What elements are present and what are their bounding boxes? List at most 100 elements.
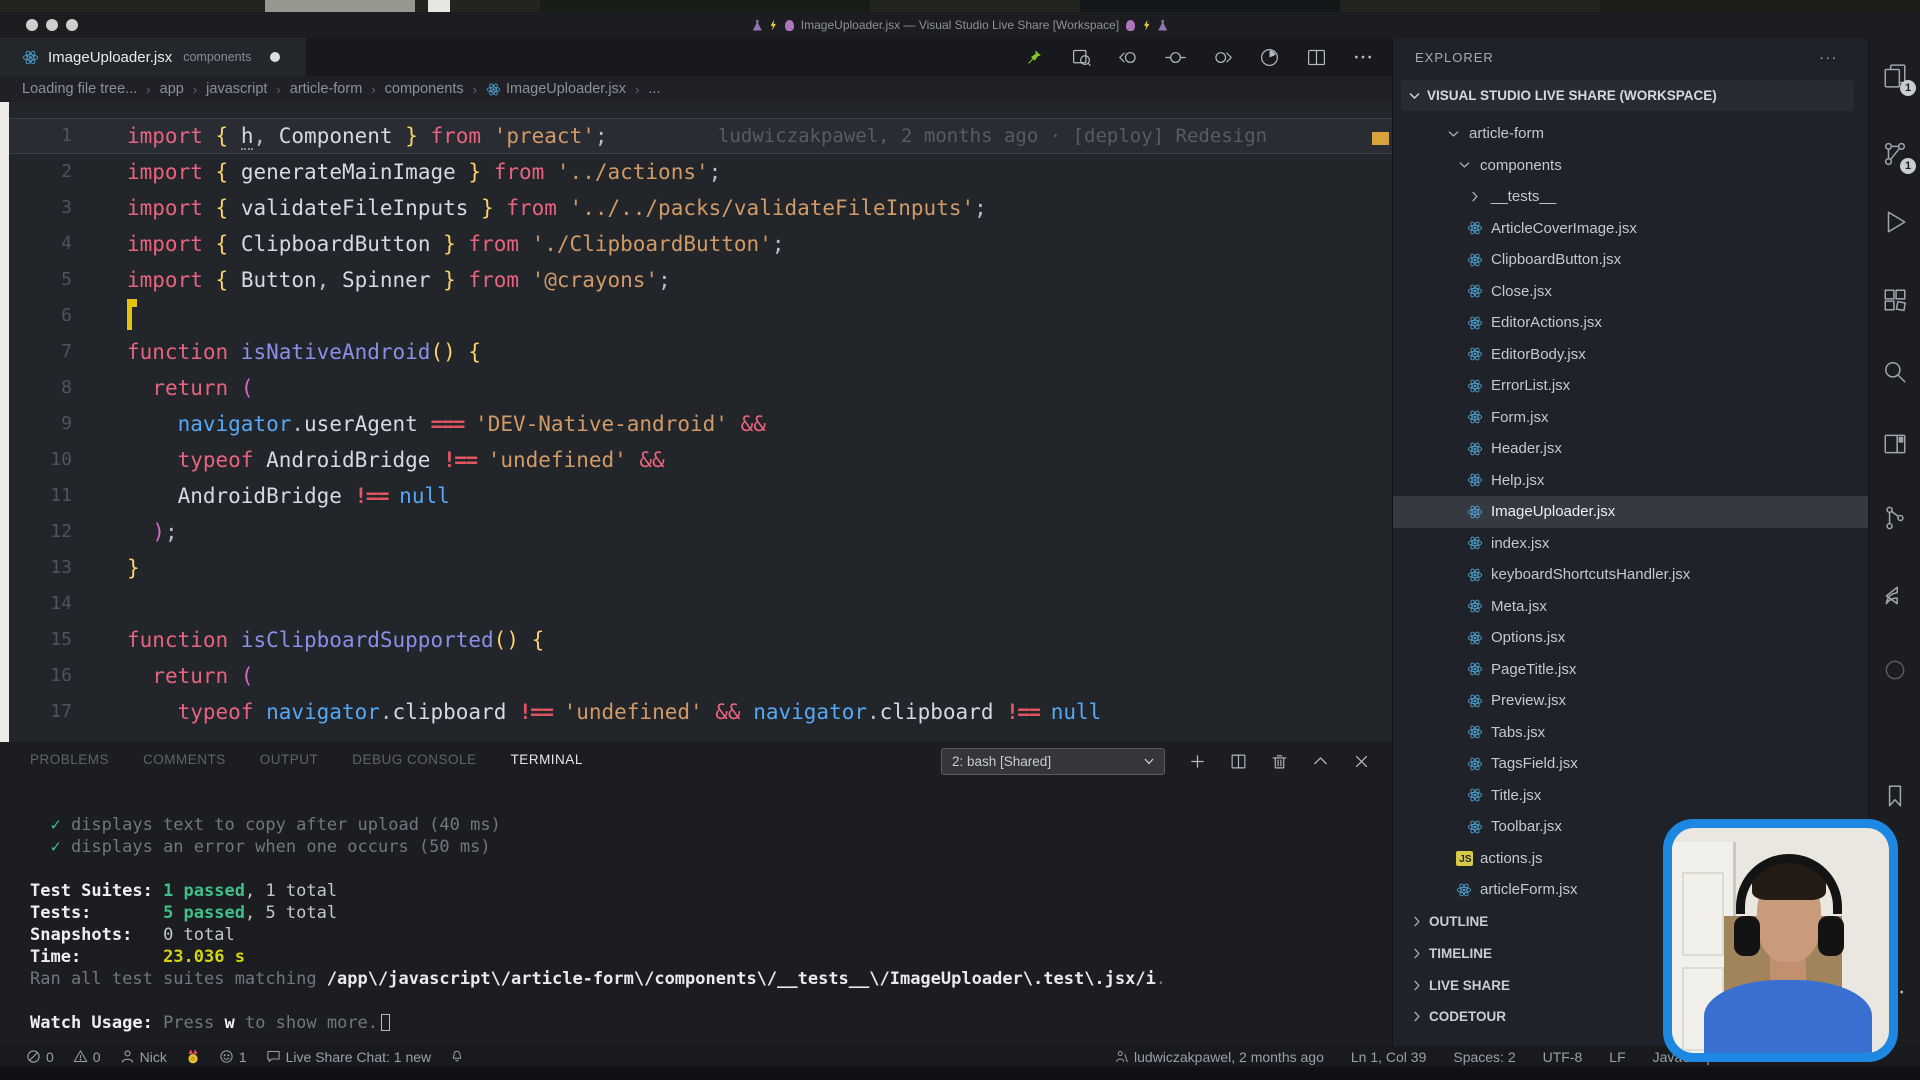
status-person[interactable]: Nick [120,1049,167,1065]
file-item-errorlist-jsx[interactable]: ErrorList.jsx [1393,370,1868,402]
panel-tab-debug-console[interactable]: DEBUG CONSOLE [352,752,476,767]
activity-live-share-icon[interactable]: 1 [1879,138,1911,170]
file-item-imageuploader-jsx[interactable]: ImageUploader.jsx [1393,496,1868,528]
explorer-more-actions[interactable]: ... [1819,46,1838,63]
code-editor[interactable]: 1import { h, Component } from 'preact';l… [0,102,1392,742]
activity-org-icon[interactable] [1879,502,1911,534]
status-ln-1-col-39[interactable]: Ln 1, Col 39 [1351,1049,1427,1065]
status-bell[interactable] [450,1049,464,1064]
activity-search-icon[interactable] [1879,356,1911,388]
plus-icon[interactable] [1188,753,1206,771]
code-line-11[interactable]: 11 AndroidBridge !== null [0,478,1392,514]
file-item-close-jsx[interactable]: Close.jsx [1393,276,1868,308]
file-item-label: components [1480,157,1562,174]
pin-icon[interactable] [1023,46,1045,68]
status-blame[interactable]: ludwiczakpawel, 2 months ago [1115,1049,1324,1065]
code-line-16[interactable]: 16 return ( [0,658,1392,694]
file-item-header-jsx[interactable]: Header.jsx [1393,433,1868,465]
file-item-article-form[interactable]: article-form [1393,118,1868,150]
file-item-tagsfield-jsx[interactable]: TagsField.jsx [1393,748,1868,780]
code-line-10[interactable]: 10 typeof AndroidBridge !== 'undefined' … [0,442,1392,478]
activity-run-icon[interactable] [1879,206,1911,238]
activity-bookmark-icon[interactable] [1879,780,1911,812]
file-item-title-jsx[interactable]: Title.jsx [1393,780,1868,812]
chevron-up-icon[interactable] [1311,753,1329,771]
panel-tab-terminal[interactable]: TERMINAL [511,752,583,767]
file-item-clipboardbutton-jsx[interactable]: ClipboardButton.jsx [1393,244,1868,276]
file-item-tabs-jsx[interactable]: Tabs.jsx [1393,717,1868,749]
code-line-8[interactable]: 8 return ( [0,370,1392,406]
breadcrumb-item-javascript[interactable]: javascript [206,81,267,97]
file-item-pagetitle-jsx[interactable]: PageTitle.jsx [1393,654,1868,686]
activity-circle-icon[interactable] [1879,654,1911,686]
breadcrumb-item-imageuploader-jsx[interactable]: ImageUploader.jsx [486,81,626,97]
code-line-2[interactable]: 2import { generateMainImage } from '../a… [0,154,1392,190]
activity-files-icon[interactable]: 1 [1879,60,1911,92]
file-item-editoractions-jsx[interactable]: EditorActions.jsx [1393,307,1868,339]
more-icon[interactable] [1352,46,1374,68]
workspace-section-header[interactable]: VISUAL STUDIO LIVE SHARE (WORKSPACE) [1401,80,1854,111]
code-line-13[interactable]: 13} [0,550,1392,586]
file-item--tests-[interactable]: __tests__ [1393,181,1868,213]
nav-back-icon[interactable] [1117,46,1139,68]
code-line-3[interactable]: 3import { validateFileInputs } from '../… [0,190,1392,226]
file-item-label: Form.jsx [1491,409,1549,426]
timer-icon[interactable] [1258,46,1280,68]
nav-circle-icon[interactable] [1164,46,1186,68]
file-item-meta-jsx[interactable]: Meta.jsx [1393,591,1868,623]
split-editor-icon[interactable] [1305,46,1327,68]
status-medal[interactable] [186,1049,200,1065]
breadcrumb-item-article-form[interactable]: article-form [290,81,363,97]
close-icon[interactable] [1352,753,1370,771]
terminal-selector-dropdown[interactable]: 2: bash [Shared] [941,748,1165,775]
file-item-index-jsx[interactable]: index.jsx [1393,528,1868,560]
status-chat[interactable]: Live Share Chat: 1 new [266,1049,432,1065]
code-line-7[interactable]: 7function isNativeAndroid() { [0,334,1392,370]
panel-tab-comments[interactable]: COMMENTS [143,752,226,767]
terminal-output[interactable]: ✓ displays text to copy after upload (40… [0,814,1392,1034]
breadcrumb-item-app[interactable]: app [160,81,184,97]
react-file-icon [1466,818,1484,836]
file-item-keyboardshortcutshandler-jsx[interactable]: keyboardShortcutsHandler.jsx [1393,559,1868,591]
status-error[interactable]: 0 [26,1049,54,1065]
status-utf-8[interactable]: UTF-8 [1543,1049,1583,1065]
file-item-help-jsx[interactable]: Help.jsx [1393,465,1868,497]
code-line-9[interactable]: 9 navigator.userAgent === 'DEV-Native-an… [0,406,1392,442]
line-number: 9 [0,406,72,442]
code-text: ); [127,514,178,550]
breadcrumb-item-loading-file-tree-[interactable]: Loading file tree... [22,81,137,97]
status-smiley[interactable]: 1 [219,1049,247,1065]
tab-modified-dot[interactable] [270,52,280,62]
file-item-preview-jsx[interactable]: Preview.jsx [1393,685,1868,717]
code-line-14[interactable]: 14 [0,586,1392,622]
code-line-15[interactable]: 15function isClipboardSupported() { [0,622,1392,658]
status-warning[interactable]: 0 [73,1049,101,1065]
window-title-text: ImageUploader.jsx — Visual Studio Live S… [801,18,1119,32]
panel-tab-output[interactable]: OUTPUT [260,752,319,767]
trash-icon[interactable] [1270,753,1288,771]
code-line-4[interactable]: 4import { ClipboardButton } from './Clip… [0,226,1392,262]
activity-share-icon[interactable] [1879,580,1911,612]
activity-layout-icon[interactable] [1879,428,1911,460]
file-item-articlecoverimage-jsx[interactable]: ArticleCoverImage.jsx [1393,213,1868,245]
preview-icon[interactable] [1070,46,1092,68]
code-line-5[interactable]: 5import { Button, Spinner } from '@crayo… [0,262,1392,298]
code-line-12[interactable]: 12 ); [0,514,1392,550]
activity-extensions-icon[interactable] [1879,284,1911,316]
code-line-1[interactable]: 1import { h, Component } from 'preact';l… [0,118,1392,154]
file-item-editorbody-jsx[interactable]: EditorBody.jsx [1393,339,1868,371]
breadcrumb-separator: › [371,82,375,97]
tab-imageuploader[interactable]: ImageUploader.jsx components [0,38,306,76]
split-icon[interactable] [1229,753,1247,771]
breadcrumb-item--[interactable]: ... [648,81,660,97]
file-item-form-jsx[interactable]: Form.jsx [1393,402,1868,434]
panel-tab-problems[interactable]: PROBLEMS [30,752,109,767]
nav-forward-icon[interactable] [1211,46,1233,68]
code-line-17[interactable]: 17 typeof navigator.clipboard !== 'undef… [0,694,1392,730]
status-lf[interactable]: LF [1609,1049,1625,1065]
breadcrumb-item-components[interactable]: components [385,81,464,97]
file-item-components[interactable]: components [1393,150,1868,182]
file-item-options-jsx[interactable]: Options.jsx [1393,622,1868,654]
status-spaces-2[interactable]: Spaces: 2 [1453,1049,1515,1065]
code-line-6[interactable]: 6 [0,298,1392,334]
